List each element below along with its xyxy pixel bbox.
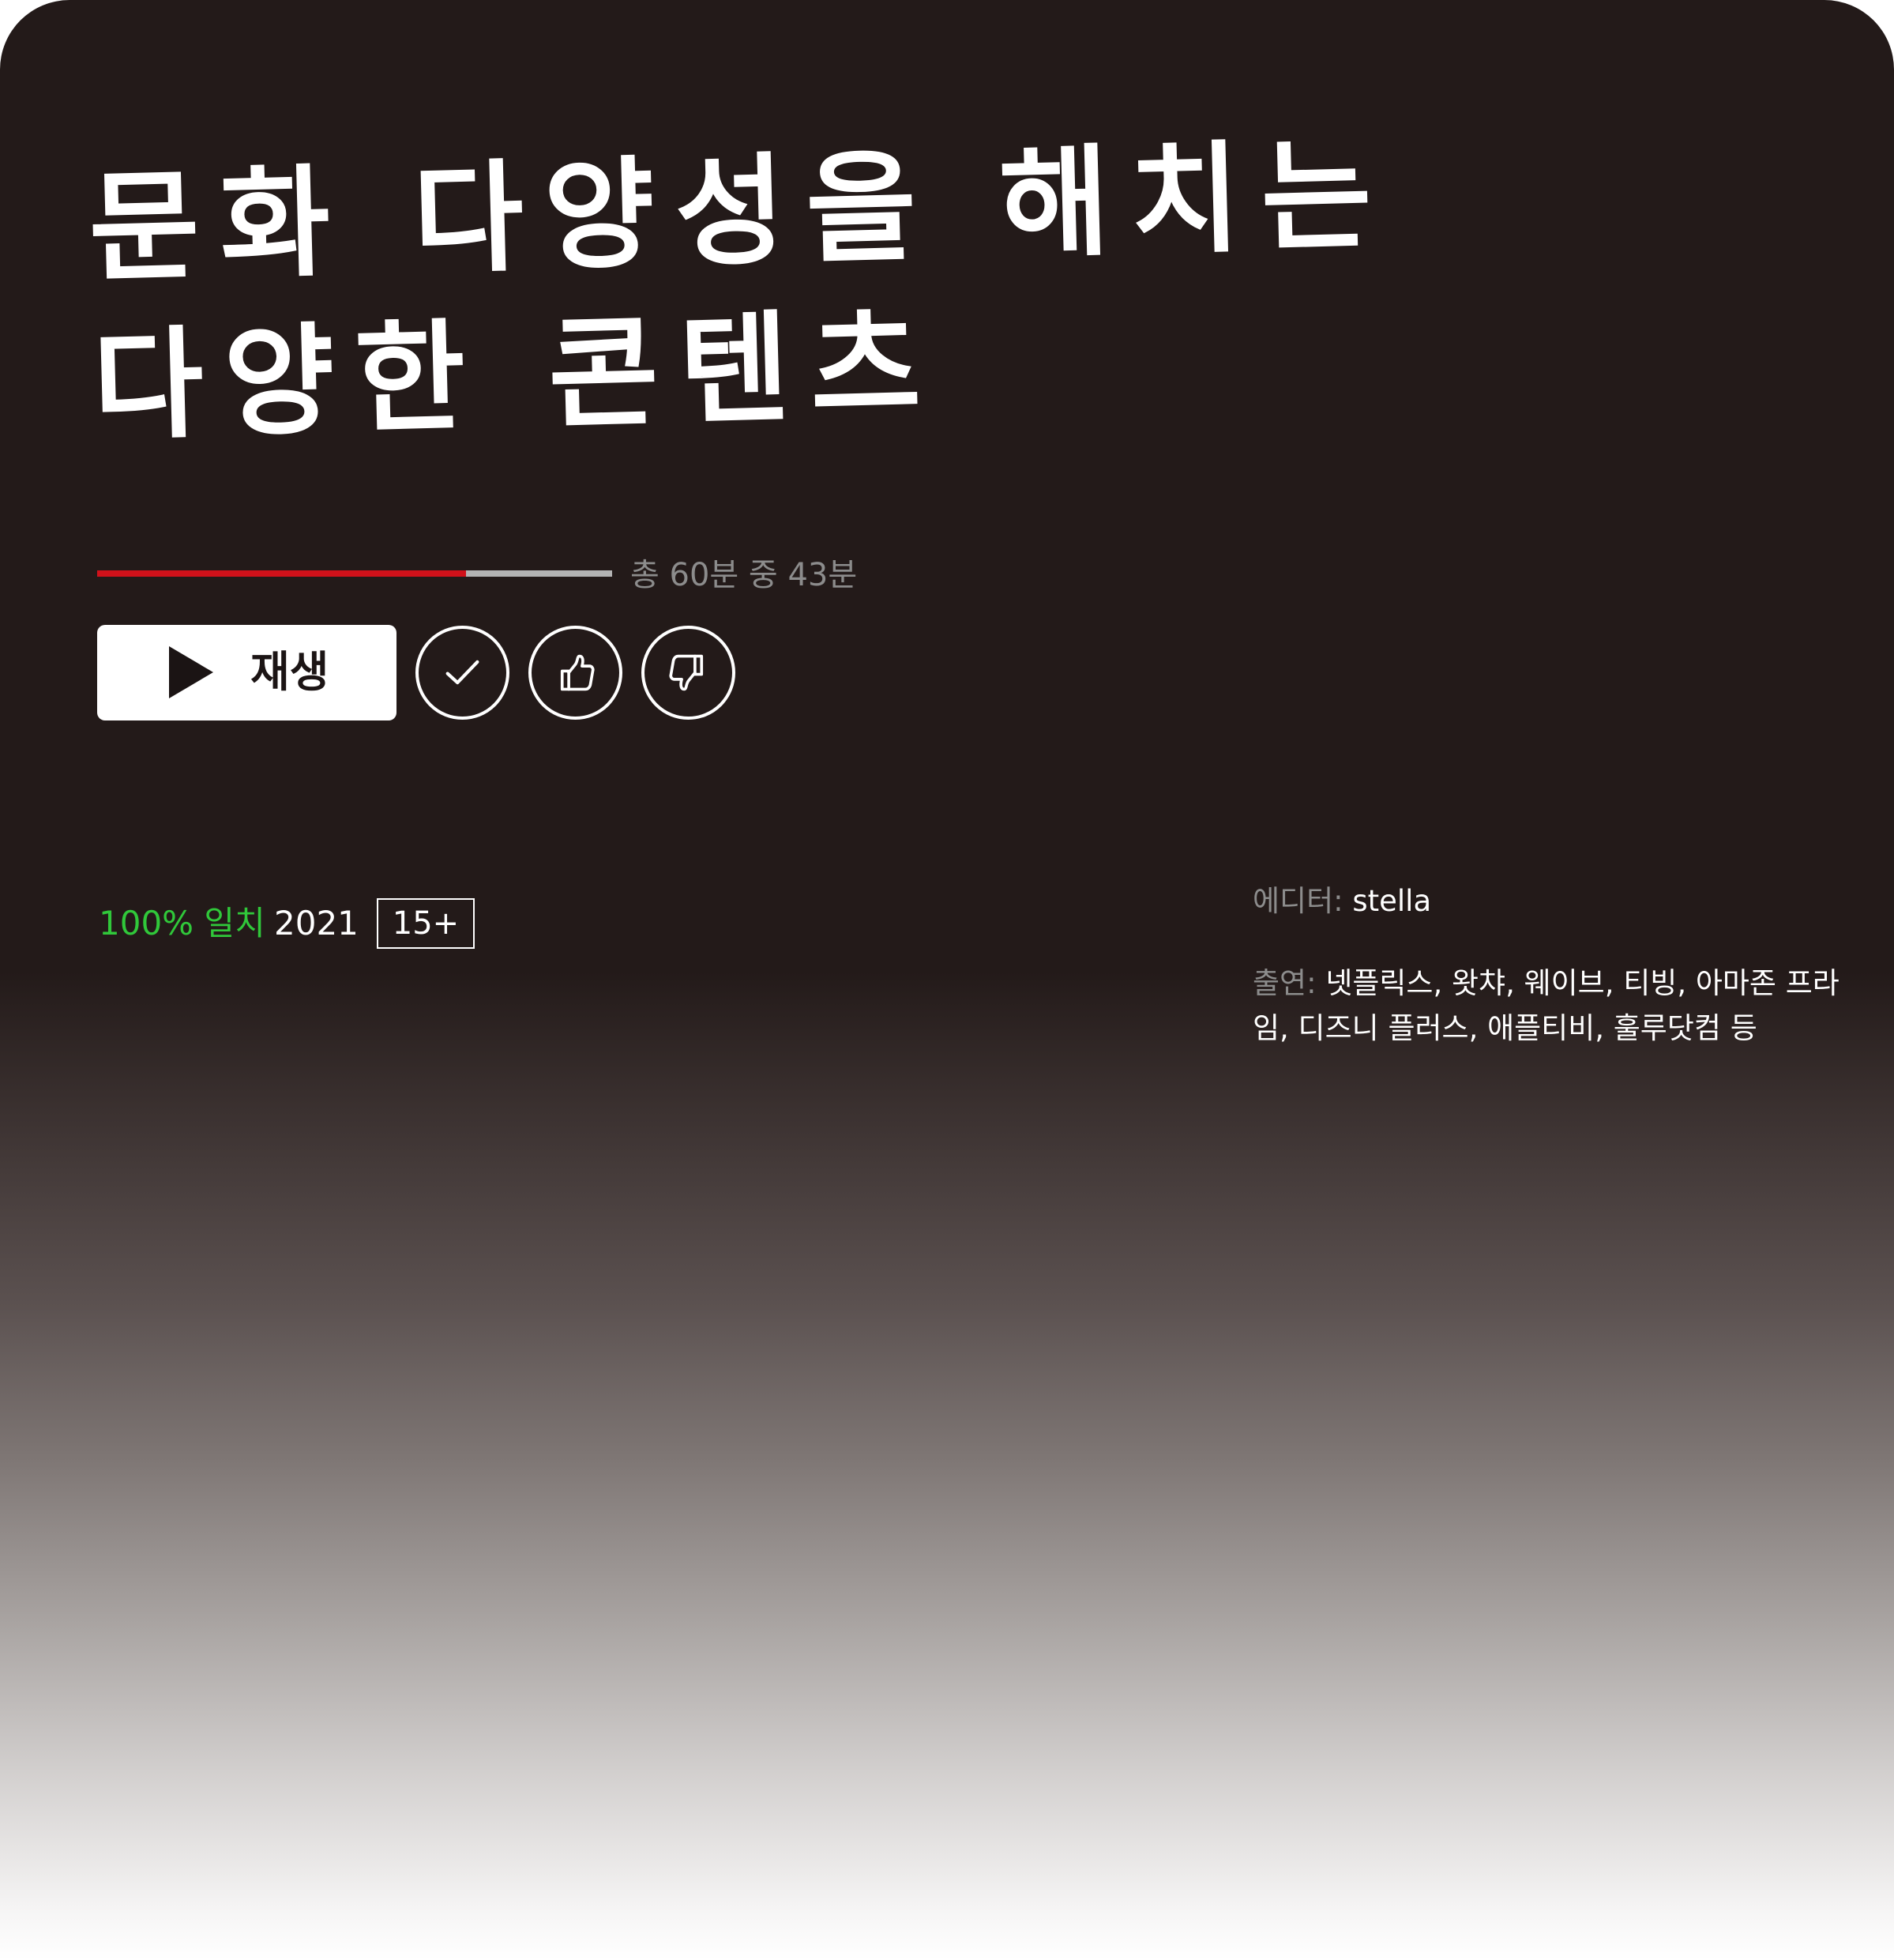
play-button[interactable]: 재생 (97, 625, 396, 720)
progress-label: 총 60분 중 43분 (630, 557, 858, 593)
add-to-list-button[interactable] (415, 626, 509, 720)
page-title: 문화 다양성을 해치는 다양한 콘텐츠 (87, 115, 1437, 465)
title-detail-card: 문화 다양성을 해치는 다양한 콘텐츠 총 60분 중 43분 재생 100% … (0, 0, 1894, 1960)
progress-bar-fill (97, 570, 467, 577)
play-button-label: 재생 (250, 647, 329, 697)
dislike-button[interactable] (641, 626, 735, 720)
editor-label: 에디터: (1253, 884, 1343, 918)
cast-list: 넷플릭스, 왓챠, 웨이브, 티빙, 아마존 프라임, 디즈니 플러스, 애플티… (1253, 966, 1840, 1045)
check-icon (445, 660, 479, 685)
match-score: 100% 일치 (99, 904, 265, 942)
editor-name: stella (1352, 884, 1432, 918)
cast-label: 출연: (1253, 966, 1317, 1000)
release-year: 2021 (274, 904, 359, 942)
thumbs-up-icon (560, 654, 595, 691)
credits-panel: 에디터: stella 출연: 넷플릭스, 왓챠, 웨이브, 티빙, 아마존 프… (1253, 878, 1869, 1051)
editor-line: 에디터: stella (1253, 878, 1869, 924)
like-button[interactable] (528, 626, 622, 720)
progress-bar[interactable] (97, 570, 612, 577)
age-rating-badge: 15+ (377, 898, 475, 949)
thumbs-down-icon (669, 654, 704, 691)
play-icon (169, 646, 213, 698)
cast-line: 출연: 넷플릭스, 왓챠, 웨이브, 티빙, 아마존 프라임, 디즈니 플러스,… (1253, 961, 1869, 1051)
